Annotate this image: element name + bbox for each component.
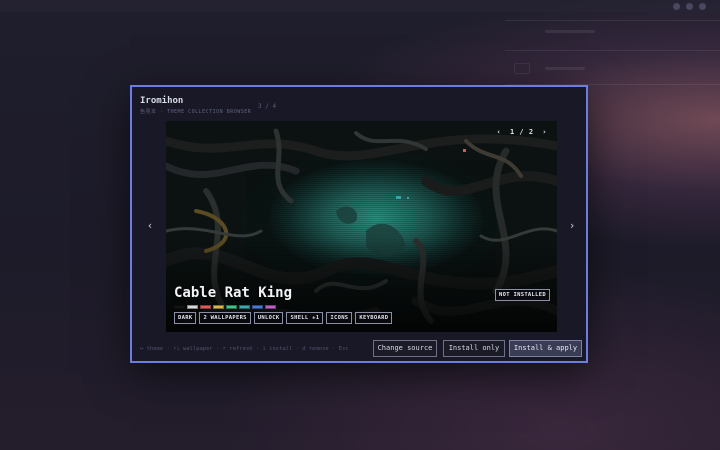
wallpaper-page-label: 1 / 2 bbox=[509, 128, 534, 136]
theme-browser-dialog: Iromihon 色見本 · THEME COLLECTION BROWSER … bbox=[130, 85, 588, 363]
background-window-edge bbox=[505, 50, 720, 51]
keyboard-hints: ↔ theme · ↑↓ wallpaper · r refresh · i i… bbox=[140, 346, 349, 352]
wallpaper-next-button[interactable]: › bbox=[540, 128, 549, 136]
feature-tag: DARK bbox=[174, 312, 197, 324]
feature-tag: 2 WALLPAPERS bbox=[199, 312, 251, 324]
change-source-button[interactable]: Change source bbox=[373, 340, 437, 357]
status-badge: NOT INSTALLED bbox=[495, 289, 550, 301]
next-theme-button[interactable]: › bbox=[565, 219, 579, 233]
color-swatch bbox=[226, 305, 237, 309]
color-swatch bbox=[174, 305, 185, 309]
theme-name: Cable Rat King bbox=[174, 285, 293, 301]
top-bar bbox=[0, 0, 720, 12]
window-control-icon[interactable] bbox=[699, 3, 706, 10]
feature-tags: DARK 2 WALLPAPERS UNLOCK SHELL +1 ICONS … bbox=[174, 312, 393, 324]
install-only-button[interactable]: Install only bbox=[443, 340, 505, 357]
feature-tag: UNLOCK bbox=[253, 312, 284, 324]
color-swatches bbox=[174, 305, 276, 309]
background-window-edge bbox=[505, 20, 720, 21]
background-text bbox=[545, 67, 585, 70]
wallpaper-prev-button[interactable]: ‹ bbox=[495, 128, 504, 136]
window-control-icon[interactable] bbox=[686, 3, 693, 10]
previous-theme-button[interactable]: ‹ bbox=[143, 219, 157, 233]
install-and-apply-button[interactable]: Install & apply bbox=[509, 340, 582, 357]
window-control-icon[interactable] bbox=[673, 3, 680, 10]
dialog-subtitle: 色見本 · THEME COLLECTION BROWSER bbox=[140, 109, 252, 115]
collection-position: 3 / 4 bbox=[258, 103, 277, 110]
background-icon bbox=[514, 63, 530, 74]
color-swatch bbox=[239, 305, 250, 309]
feature-tag: ICONS bbox=[326, 312, 353, 324]
feature-tag: KEYBOARD bbox=[355, 312, 393, 324]
color-swatch bbox=[252, 305, 263, 309]
feature-tag: SHELL +1 bbox=[286, 312, 324, 324]
color-swatch bbox=[200, 305, 211, 309]
color-swatch bbox=[187, 305, 198, 309]
wallpaper-pager: ‹ 1 / 2 › bbox=[495, 128, 549, 136]
dialog-title: Iromihon bbox=[140, 96, 184, 106]
color-swatch bbox=[213, 305, 224, 309]
color-swatch bbox=[265, 305, 276, 309]
background-text bbox=[545, 30, 595, 33]
wallpaper-preview: ‹ 1 / 2 › Cable Rat King NOT INSTALLED D… bbox=[166, 121, 557, 332]
